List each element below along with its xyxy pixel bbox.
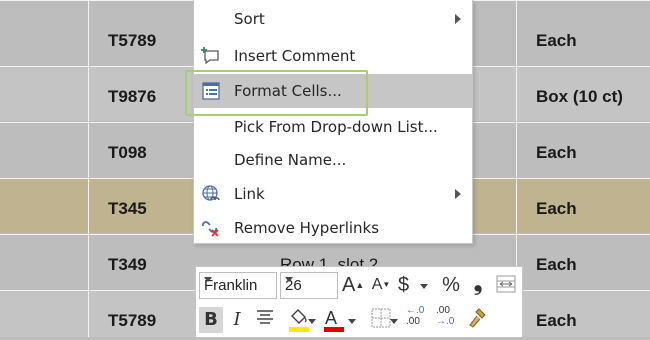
- font-size-select[interactable]: 26: [280, 272, 338, 299]
- chevron-down-icon: [285, 277, 293, 282]
- cell-unit[interactable]: Each: [536, 199, 577, 219]
- menu-item-remove-hyperlinks[interactable]: Remove Hyperlinks: [194, 211, 472, 245]
- paint-bucket-icon: [289, 309, 309, 332]
- menu-item-label: Remove Hyperlinks: [234, 219, 380, 237]
- shrink-font-icon: A: [371, 276, 383, 293]
- decrease-decimal-button[interactable]: .00 →.0: [436, 305, 462, 331]
- highlight-outline: [185, 70, 368, 116]
- bold-button[interactable]: B: [199, 307, 223, 333]
- cell-unit[interactable]: Each: [536, 255, 577, 275]
- font-color-button[interactable]: A: [322, 307, 356, 333]
- submenu-arrow-icon: [455, 189, 461, 199]
- italic-icon: I: [233, 309, 241, 330]
- accounting-format-button[interactable]: $: [398, 272, 428, 298]
- currency-icon: $: [398, 274, 410, 296]
- borders-button[interactable]: [364, 307, 398, 333]
- cell-unit[interactable]: Box (10 ct): [536, 87, 623, 107]
- format-painter-button[interactable]: [466, 307, 490, 333]
- grow-font-button[interactable]: A▲: [342, 272, 364, 298]
- menu-item-link[interactable]: Link: [194, 177, 472, 211]
- shrink-font-button[interactable]: A▼: [370, 272, 392, 298]
- grow-font-icon: A: [342, 274, 356, 296]
- increase-decimal-icon: ←.0: [406, 305, 425, 316]
- menu-item-define-name[interactable]: Define Name...: [194, 143, 472, 177]
- menu-item-sort[interactable]: Sort: [194, 2, 472, 36]
- fill-color-button[interactable]: [282, 307, 316, 333]
- link-globe-icon: [200, 183, 222, 205]
- mini-toolbar: Franklin 26 A▲ A▼ $ % ❟ B I A ←.0 .00 .0…: [195, 266, 523, 338]
- format-painter-icon: [469, 308, 486, 328]
- italic-button[interactable]: I: [227, 307, 247, 333]
- menu-item-label: Define Name...: [234, 151, 347, 169]
- percent-icon: %: [442, 274, 460, 296]
- submenu-arrow-icon: [455, 14, 461, 24]
- cell-code[interactable]: T5789: [108, 311, 156, 331]
- comma-icon: ❟: [473, 270, 483, 295]
- comma-style-button[interactable]: ❟: [471, 270, 485, 296]
- borders-icon: [371, 308, 391, 328]
- decrease-decimal-value: →.0: [436, 316, 455, 327]
- cell-unit[interactable]: Each: [536, 311, 577, 331]
- cell-unit[interactable]: Each: [536, 143, 577, 163]
- cell-code[interactable]: T5789: [108, 31, 156, 51]
- remove-hyperlink-icon: [200, 217, 222, 239]
- decrease-decimal-icon: .00: [436, 305, 450, 316]
- context-menu: Sort Insert Comment Format Cells... Pick…: [193, 0, 473, 244]
- menu-item-insert-comment[interactable]: Insert Comment: [194, 39, 472, 73]
- align-center-button[interactable]: [254, 307, 276, 333]
- font-name-value: Franklin: [204, 277, 258, 294]
- cell-code[interactable]: T9876: [108, 87, 156, 107]
- align-center-icon: [257, 310, 273, 324]
- cell-code[interactable]: T349: [108, 255, 147, 275]
- menu-item-label: Sort: [234, 10, 265, 28]
- insert-comment-icon: [200, 45, 222, 67]
- column-divider: [88, 0, 89, 337]
- menu-item-label: Link: [234, 185, 265, 203]
- menu-item-label: Pick From Drop-down List...: [234, 118, 438, 136]
- chevron-down-icon: [204, 277, 212, 282]
- increase-decimal-value: .00: [406, 316, 420, 327]
- font-color-swatch: [324, 327, 344, 332]
- bold-icon: B: [204, 309, 218, 330]
- font-name-select[interactable]: Franklin: [199, 272, 277, 299]
- percent-style-button[interactable]: %: [440, 272, 462, 298]
- merge-center-button[interactable]: [494, 273, 518, 299]
- cell-code[interactable]: T098: [108, 143, 147, 163]
- merge-cells-icon: [496, 275, 516, 293]
- increase-decimal-button[interactable]: ←.0 .00: [406, 305, 432, 331]
- cell-code[interactable]: T345: [108, 199, 147, 219]
- menu-item-label: Insert Comment: [234, 47, 356, 65]
- cell-unit[interactable]: Each: [536, 31, 577, 51]
